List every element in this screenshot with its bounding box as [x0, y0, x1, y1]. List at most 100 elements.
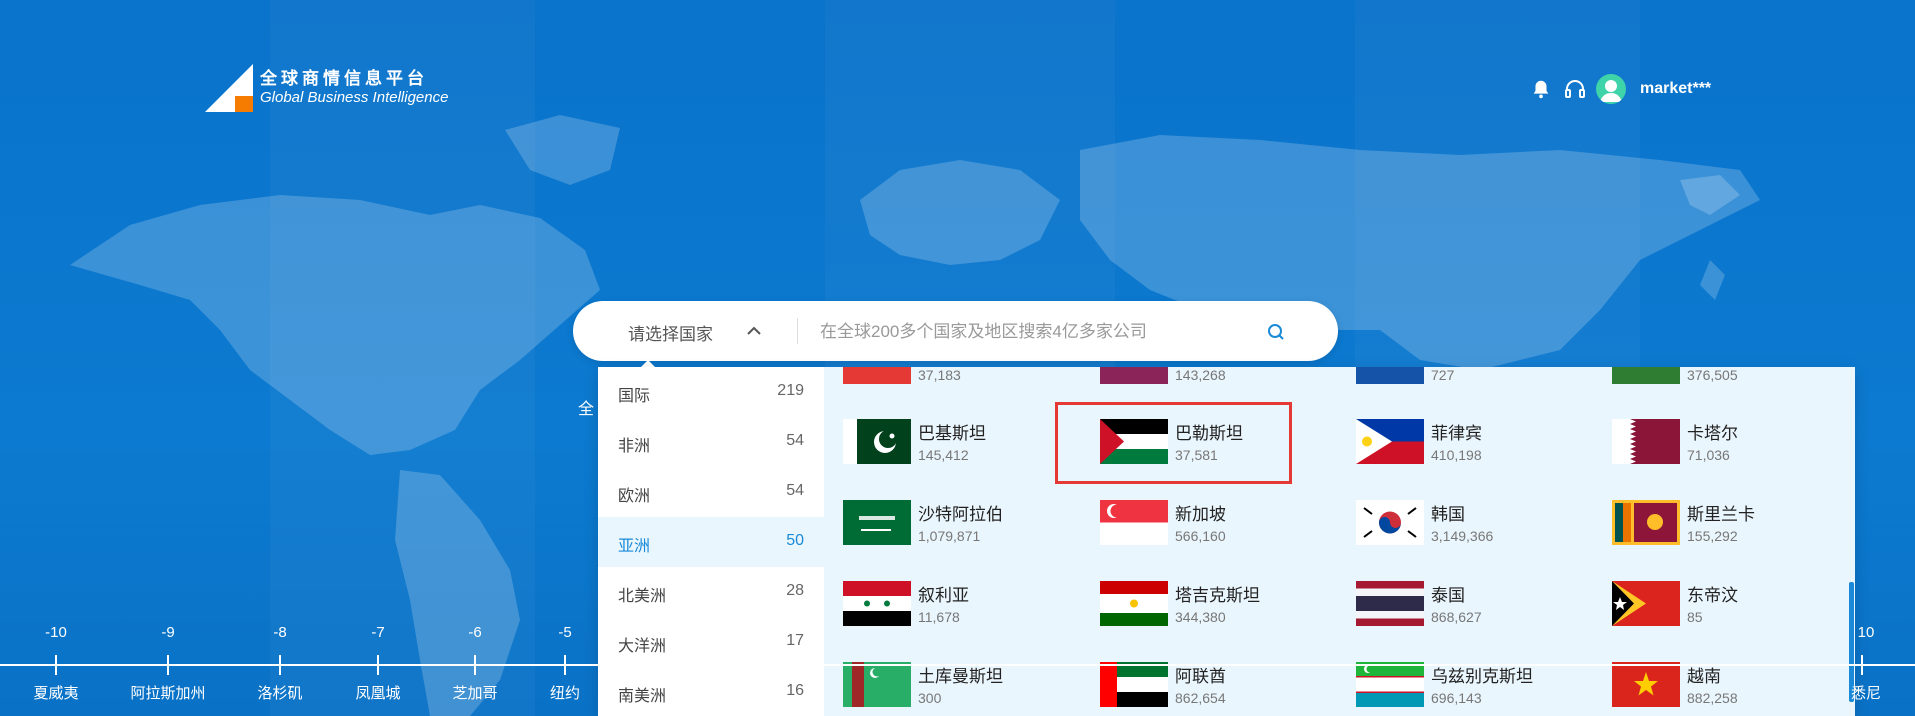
- timezone-label: 10: [1857, 624, 1875, 641]
- city-label[interactable]: 纽约: [550, 682, 580, 703]
- region-item-international[interactable]: 国际 219: [598, 367, 824, 417]
- country-item-tajikistan[interactable]: 塔吉克斯坦 344,380: [1100, 569, 1330, 631]
- timezone-tick: [279, 655, 281, 675]
- logo: [205, 64, 253, 112]
- timezone-tick: [474, 655, 476, 675]
- timezone-label: -8: [273, 624, 287, 641]
- region-item-north-america[interactable]: 北美洲 28: [598, 567, 824, 617]
- user-avatar[interactable]: [1596, 74, 1626, 104]
- region-name: 欧洲: [618, 488, 651, 505]
- region-count: 50: [786, 532, 804, 549]
- region-name: 北美洲: [618, 588, 667, 605]
- flag-singapore-icon: [1100, 500, 1168, 545]
- username[interactable]: market***: [1640, 80, 1711, 98]
- country-name: 卡塔尔: [1687, 424, 1738, 443]
- region-item-oceania[interactable]: 大洋洲 17: [598, 617, 824, 667]
- country-item-timor-leste[interactable]: 东帝汶 85: [1612, 569, 1842, 631]
- timezone-axis: [0, 664, 1915, 666]
- country-count: 37,581: [1175, 447, 1218, 463]
- country-select-dropdown[interactable]: 请选择国家: [573, 301, 798, 361]
- country-count: 410,198: [1431, 447, 1482, 463]
- country-name: 巴勒斯坦: [1175, 424, 1243, 443]
- timezone-label: -10: [45, 624, 67, 641]
- country-item-saudi-arabia[interactable]: 沙特阿拉伯 1,079,871: [843, 488, 1073, 550]
- region-name: 国际: [618, 388, 651, 405]
- brand-title-cn: 全球商情信息平台: [260, 69, 428, 88]
- country-item-singapore[interactable]: 新加坡 566,160: [1100, 488, 1330, 550]
- country-name: 斯里兰卡: [1687, 505, 1755, 524]
- region-item-asia[interactable]: 亚洲 50: [598, 517, 824, 567]
- search-input[interactable]: [818, 313, 1322, 351]
- country-name: 巴基斯坦: [918, 424, 986, 443]
- region-item-south-america[interactable]: 南美洲 16: [598, 667, 824, 716]
- region-name: 大洋洲: [618, 638, 667, 655]
- country-item-syria[interactable]: 叙利亚 11,678: [843, 569, 1073, 631]
- country-count: 566,160: [1175, 528, 1226, 544]
- country-item-thailand[interactable]: 泰国 868,627: [1356, 569, 1586, 631]
- country-count: 85: [1687, 609, 1703, 625]
- country-item-partial[interactable]: 37,183: [843, 367, 1073, 389]
- region-item-europe[interactable]: 欧洲 54: [598, 467, 824, 517]
- bell-icon[interactable]: [1528, 76, 1554, 102]
- timezone-label: -5: [558, 624, 572, 641]
- flag-palestine-icon: [1100, 419, 1168, 464]
- region-name: 非洲: [618, 438, 651, 455]
- country-count: 155,292: [1687, 528, 1738, 544]
- flag-vietnam-icon: [1612, 662, 1680, 707]
- country-count: 376,505: [1687, 367, 1738, 383]
- flag-syria-icon: [843, 581, 911, 626]
- country-item-palestine[interactable]: 巴勒斯坦 37,581: [1100, 407, 1330, 469]
- country-count: 145,412: [918, 447, 969, 463]
- country-name: 泰国: [1431, 586, 1465, 605]
- region-count: 16: [786, 682, 804, 699]
- country-item-pakistan[interactable]: 巴基斯坦 145,412: [843, 407, 1073, 469]
- country-count: 862,654: [1175, 690, 1226, 706]
- timezone-tick: [564, 655, 566, 675]
- flag-icon: [843, 367, 911, 384]
- country-name: 叙利亚: [918, 586, 969, 605]
- country-item-partial[interactable]: 143,268: [1100, 367, 1330, 389]
- timezone-label: -7: [371, 624, 385, 641]
- country-item-uae[interactable]: 阿联酋 862,654: [1100, 650, 1330, 712]
- search-bar: 请选择国家: [573, 301, 1338, 361]
- country-name: 韩国: [1431, 505, 1465, 524]
- country-item-sri-lanka[interactable]: 斯里兰卡 155,292: [1612, 488, 1842, 550]
- country-count: 11,678: [918, 609, 960, 625]
- brand-title-en: Global Business Intelligence: [260, 89, 449, 106]
- country-item-vietnam[interactable]: 越南 882,258: [1612, 650, 1842, 712]
- region-name: 亚洲: [618, 538, 651, 555]
- flag-turkmenistan-icon: [843, 662, 911, 707]
- country-name: 新加坡: [1175, 505, 1226, 524]
- country-item-turkmenistan[interactable]: 土库曼斯坦 300: [843, 650, 1073, 712]
- region-count: 219: [777, 382, 804, 399]
- timezone-label: -6: [468, 624, 482, 641]
- country-name: 东帝汶: [1687, 586, 1738, 605]
- region-item-africa[interactable]: 非洲 54: [598, 417, 824, 467]
- country-item-south-korea[interactable]: 韩国 3,149,366: [1356, 488, 1586, 550]
- country-count: 696,143: [1431, 690, 1482, 706]
- headset-icon[interactable]: [1562, 76, 1588, 102]
- flag-uae-icon: [1100, 662, 1168, 707]
- country-item-partial[interactable]: 727: [1356, 367, 1586, 389]
- flag-pakistan-icon: [843, 419, 911, 464]
- country-item-uzbekistan[interactable]: 乌兹别克斯坦 696,143: [1356, 650, 1586, 712]
- country-name: 菲律宾: [1431, 424, 1482, 443]
- country-count: 1,079,871: [918, 528, 981, 544]
- city-label[interactable]: 芝加哥: [452, 682, 497, 703]
- city-label[interactable]: 夏威夷: [33, 682, 78, 703]
- chevron-up-icon: [747, 326, 761, 335]
- region-count: 17: [786, 632, 804, 649]
- city-label[interactable]: 洛杉矶: [257, 682, 302, 703]
- region-count: 28: [786, 582, 804, 599]
- country-item-qatar[interactable]: 卡塔尔 71,036: [1612, 407, 1842, 469]
- country-count: 300: [918, 690, 942, 706]
- flag-icon: [1356, 367, 1424, 384]
- country-item-philippines[interactable]: 菲律宾 410,198: [1356, 407, 1586, 469]
- country-count: 882,258: [1687, 690, 1738, 706]
- city-label[interactable]: 阿拉斯加州: [130, 682, 205, 703]
- timezone-label: -9: [161, 624, 175, 641]
- city-label[interactable]: 悉尼: [1851, 682, 1881, 703]
- search-icon[interactable]: [1266, 322, 1286, 342]
- city-label[interactable]: 凤凰城: [355, 682, 400, 703]
- country-item-partial[interactable]: 376,505: [1612, 367, 1842, 389]
